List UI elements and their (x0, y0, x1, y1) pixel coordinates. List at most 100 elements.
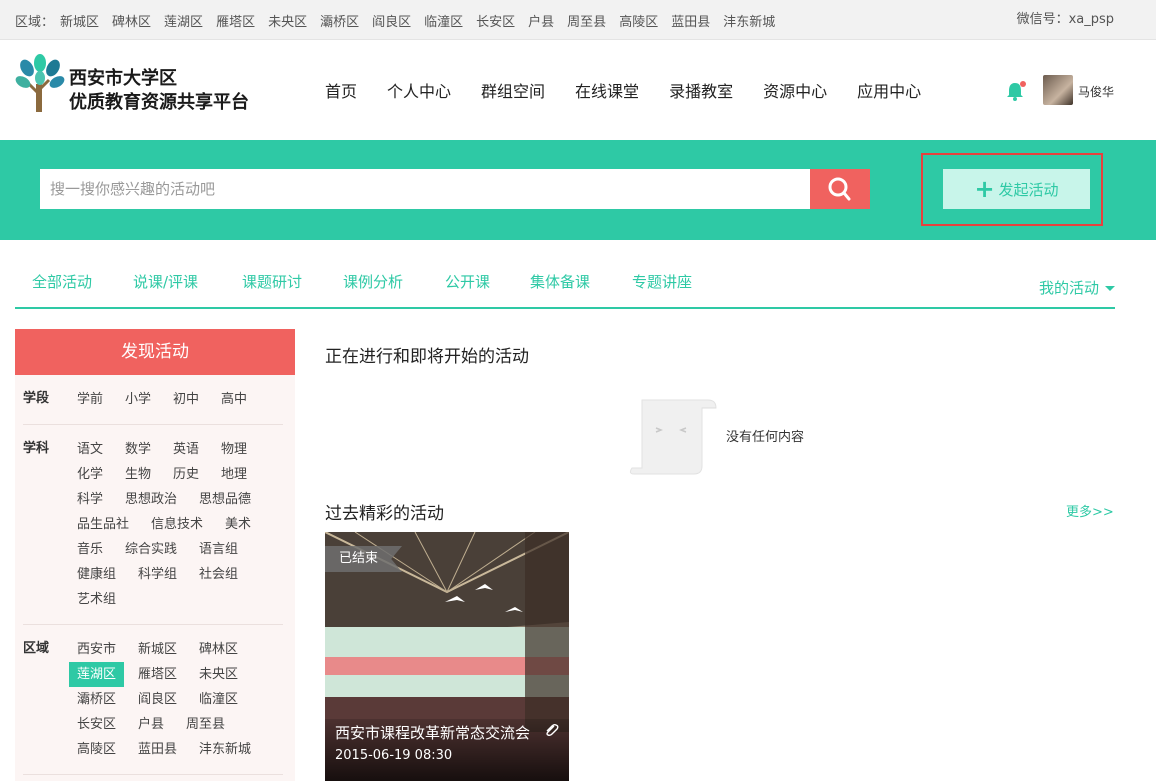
main-nav: 首页 个人中心 群组空间 在线课堂 录播教室 资源中心 应用中心 (310, 40, 936, 140)
filter-option[interactable]: 生物 (125, 462, 151, 487)
site-header: 西安市大学区 优质教育资源共享平台 首页 个人中心 群组空间 在线课堂 录播教室… (0, 40, 1156, 140)
my-activities-dropdown[interactable]: 我的活动 (1039, 277, 1115, 298)
filter-option[interactable]: 艺术组 (77, 587, 116, 612)
filter-option[interactable]: 新城区 (138, 637, 177, 662)
filter-option[interactable]: 科学组 (138, 562, 177, 587)
filter-option[interactable]: 沣东新城 (199, 737, 251, 762)
filter-option[interactable]: 历史 (173, 462, 199, 487)
filter-option[interactable]: 临潼区 (199, 687, 238, 712)
region-link[interactable]: 新城区 (60, 11, 99, 30)
filter-option[interactable]: 周至县 (186, 712, 225, 737)
tab-open-class[interactable]: 公开课 (445, 271, 490, 292)
sidebar-title: 发现活动 (15, 329, 295, 375)
filter-option[interactable]: 灞桥区 (77, 687, 116, 712)
filter-option[interactable]: 高中 (221, 387, 247, 412)
tab-lecture[interactable]: 专题讲座 (632, 271, 692, 292)
activity-search-input[interactable] (40, 169, 810, 209)
region-link[interactable]: 周至县 (567, 11, 606, 30)
filter-group-label: 学科 (23, 441, 50, 456)
region-link[interactable]: 莲湖区 (164, 11, 203, 30)
region-link[interactable]: 碑林区 (112, 11, 151, 30)
filter-option[interactable]: 美术 (225, 512, 251, 537)
filter-option[interactable]: 碑林区 (199, 637, 238, 662)
region-link[interactable]: 长安区 (476, 11, 515, 30)
filter-option[interactable]: 数学 (125, 437, 151, 462)
region-link[interactable]: 沣东新城 (723, 11, 775, 30)
activity-tabs: 全部活动 说课/评课 课题研讨 课例分析 公开课 集体备课 专题讲座 我的活动 (15, 258, 1115, 309)
plus-icon: + (974, 175, 995, 203)
filter-option[interactable]: 信息技术 (151, 512, 203, 537)
wechat-id: 微信号：xa_psp (1016, 12, 1114, 27)
tab-case-analysis[interactable]: 课例分析 (343, 271, 403, 292)
filter-items: 西安市 新城区 碑林区莲湖区 雁塔区 未央区灞桥区 阎良区 临潼区长安区 户县 周至县高陵区 蓝田… (69, 625, 283, 774)
tab-group-prep[interactable]: 集体备课 (530, 271, 590, 292)
region-link[interactable]: 未央区 (268, 11, 307, 30)
launch-activity-label: 发起活动 (998, 180, 1059, 199)
filter-option[interactable]: 语文 (77, 437, 103, 462)
tab-lecture-review[interactable]: 说课/评课 (133, 271, 198, 292)
filter-option[interactable]: 户县 (138, 712, 164, 737)
region-label: 区域： (15, 14, 55, 30)
filter-option[interactable]: 阎良区 (138, 687, 177, 712)
region-link[interactable]: 蓝田县 (671, 11, 710, 30)
site-logo[interactable]: 西安市大学区 优质教育资源共享平台 (15, 54, 275, 114)
region-link[interactable]: 雁塔区 (216, 11, 255, 30)
filter-option[interactable]: 物理 (221, 437, 247, 462)
status-badge: 已结束 (325, 546, 403, 572)
filter-option[interactable]: 品生品社 (77, 512, 129, 537)
nav-resource-center[interactable]: 资源中心 (763, 78, 827, 102)
notification-bell-icon[interactable] (1005, 80, 1027, 102)
tab-all[interactable]: 全部活动 (32, 271, 92, 292)
filter-option[interactable]: 思想品德 (199, 487, 251, 512)
launch-activity-button[interactable]: + 发起活动 (943, 169, 1090, 209)
filter-group-stage: 学段 学前 小学 初中 高中 (23, 375, 283, 425)
filter-option[interactable]: 学前 (77, 387, 103, 412)
filter-option[interactable]: 化学 (77, 462, 103, 487)
filter-option[interactable]: 雁塔区 (138, 662, 177, 687)
my-activities-label: 我的活动 (1038, 279, 1099, 297)
nav-recording-room[interactable]: 录播教室 (669, 78, 733, 102)
filter-group-subject: 学科 语文 数学 英语 物理化学 生物 历史 地理科学 思想政治 思想品德品生品社 信息技术 美术音… (23, 425, 283, 625)
region-link[interactable]: 灞桥区 (320, 11, 359, 30)
region-link[interactable]: 户县 (528, 11, 554, 30)
user-avatar[interactable] (1043, 75, 1073, 105)
region-link[interactable]: 临潼区 (424, 11, 463, 30)
filter-option[interactable]: 语言组 (199, 537, 238, 562)
filter-option[interactable]: 小学 (125, 387, 151, 412)
region-list: 区域： 新城区 碑林区 莲湖区 雁塔区 未央区 灞桥区 阎良区 临潼区 长安区 … (15, 0, 788, 40)
filter-option[interactable]: 思想政治 (125, 487, 177, 512)
nav-group-space[interactable]: 群组空间 (481, 78, 545, 102)
region-link[interactable]: 高陵区 (619, 11, 658, 30)
filter-option[interactable]: 音乐 (77, 537, 103, 562)
more-link[interactable]: 更多>> (1066, 501, 1114, 520)
nav-home[interactable]: 首页 (325, 78, 357, 102)
tab-topic-research[interactable]: 课题研讨 (242, 271, 302, 292)
filter-option[interactable]: 蓝田县 (138, 737, 177, 762)
nav-personal-center[interactable]: 个人中心 (387, 78, 451, 102)
user-name[interactable]: 马俊华 (1078, 83, 1114, 100)
search-icon (828, 177, 851, 201)
filter-option[interactable]: 初中 (173, 387, 199, 412)
filter-items: 学前 小学 初中 高中 (77, 375, 283, 424)
region-link[interactable]: 阎良区 (372, 11, 411, 30)
filter-option[interactable]: 英语 (173, 437, 199, 462)
filter-option[interactable]: 社会组 (199, 562, 238, 587)
filter-option[interactable]: 未央区 (199, 662, 238, 687)
nav-online-class[interactable]: 在线课堂 (575, 78, 639, 102)
filter-option[interactable]: 地理 (221, 462, 247, 487)
logo-title-line1: 西安市大学区 (69, 68, 177, 89)
filter-option[interactable]: 综合实践 (125, 537, 177, 562)
filter-option[interactable]: 莲湖区 (69, 662, 125, 687)
filter-group-region: 区域 西安市 新城区 碑林区 莲湖区 雁塔区 未央区 灞桥区 阎良区 临潼区 长安区 户县 周至县 高陵… (23, 625, 283, 775)
filter-option[interactable]: 西安市 (77, 637, 116, 662)
activity-card[interactable]: 已结束 西安市课程改革新常态交流会 2015-06-19 08:30 (325, 532, 569, 781)
logo-title-line2: 优质教育资源共享平台 (69, 92, 249, 113)
search-band: + 发起活动 (0, 140, 1156, 240)
empty-message: 没有任何内容 (726, 430, 805, 445)
filter-option[interactable]: 科学 (77, 487, 103, 512)
filter-option[interactable]: 高陵区 (77, 737, 116, 762)
filter-option[interactable]: 长安区 (77, 712, 116, 737)
nav-app-center[interactable]: 应用中心 (857, 78, 921, 102)
search-button[interactable] (810, 169, 870, 209)
filter-option[interactable]: 健康组 (77, 562, 116, 587)
